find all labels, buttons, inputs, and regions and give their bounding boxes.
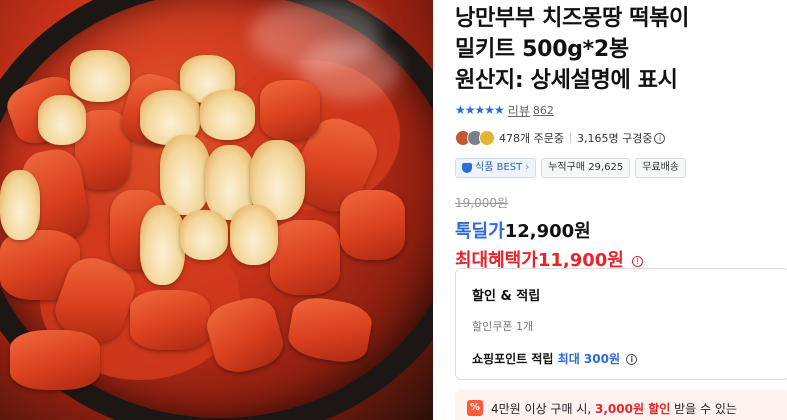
tteok (10, 330, 100, 390)
info-icon[interactable]: i (654, 132, 666, 144)
title-line-3: 원산지: 상세설명에 표시 (455, 68, 678, 93)
title-line-2: 밀키트 500g*2봉 (455, 37, 629, 62)
cheese-tteok (160, 135, 210, 215)
buyer-avatars (455, 130, 495, 146)
tteok (130, 290, 210, 350)
info-icon[interactable]: i (626, 354, 638, 365)
shield-icon (462, 163, 472, 173)
badge-row: 식품 BEST › 누적구매 29,625 무료배송 (455, 158, 787, 178)
cumulative-purchase-badge: 누적구매 29,625 (541, 158, 631, 178)
product-title: 낭만부부 치즈몽땅 떡볶이 밀키트 500g*2봉 원산지: 상세설명에 표시 (455, 3, 787, 96)
review-label[interactable]: 리뷰 (508, 102, 530, 119)
avatar (479, 130, 495, 146)
tteok (270, 220, 340, 295)
divider (569, 133, 571, 143)
benefit-title: 할인 & 적립 (472, 289, 541, 304)
original-price: 19,000원 (455, 196, 509, 210)
product-image[interactable] (0, 0, 433, 420)
chevron-right-icon: › (525, 162, 530, 173)
promo-banner[interactable]: % 4만원 이상 구매 시, 3,000원 할인 받을 수 있는 (455, 390, 787, 420)
alert-info-icon[interactable]: ! (632, 255, 644, 267)
coupon-line[interactable]: 할인쿠폰 1개 (472, 318, 773, 334)
viewers-count: 3,165명 구경중 (576, 132, 653, 145)
best-badge-label: 식품 BEST (475, 162, 523, 173)
promo-amount: 3,000원 할인 (595, 402, 671, 416)
point-max: 최대 300원 (557, 352, 621, 366)
ordering-count: 478개 주문중 (499, 132, 564, 145)
product-info-panel: 낭만부부 치즈몽땅 떡볶이 밀키트 500g*2봉 원산지: 상세설명에 표시 … (455, 0, 787, 420)
discount-percent-icon: % (467, 400, 483, 416)
cheese-tteok (70, 50, 130, 102)
cheese-tteok (230, 205, 278, 265)
title-line-1: 낭만부부 치즈몽땅 떡볶이 (455, 6, 690, 31)
deal-label: 톡딜가 (455, 221, 505, 242)
discount-points-box[interactable]: 할인 & 적립 할인쿠폰 1개 쇼핑포인트 적립 최대 300원 i (455, 268, 787, 380)
food-best-badge[interactable]: 식품 BEST › (455, 158, 537, 178)
promo-text: 4만원 이상 구매 시, 3,000원 할인 받을 수 있는 (491, 400, 737, 417)
point-label: 쇼핑포인트 적립 (472, 352, 554, 366)
rating-row[interactable]: ★★★★★ 리뷰 862 (455, 101, 787, 119)
free-shipping-badge: 무료배송 (635, 158, 687, 178)
deal-price-row: 톡딜가12,900원 (455, 217, 787, 243)
cheese-tteok (200, 90, 255, 140)
deal-price: 12,900원 (504, 221, 591, 242)
promo-suffix: 받을 수 있는 (674, 402, 737, 416)
review-count[interactable]: 862 (533, 104, 554, 117)
tteok (340, 190, 405, 260)
shopping-point-line: 쇼핑포인트 적립 최대 300원 i (472, 350, 773, 367)
price-area: 19,000원 톡딜가12,900원 최대혜택가11,900원 ! (455, 194, 787, 272)
cheese-tteok (38, 95, 86, 145)
tteok (260, 80, 320, 140)
star-rating-icon: ★★★★★ (455, 103, 505, 117)
cheese-tteok (0, 170, 40, 240)
cheese-tteok (180, 210, 228, 260)
promo-prefix: 4만원 이상 구매 시, (491, 402, 592, 416)
cheese-tteok (140, 205, 185, 285)
order-status-row: 478개 주문중 3,165명 구경중 i (455, 128, 787, 148)
